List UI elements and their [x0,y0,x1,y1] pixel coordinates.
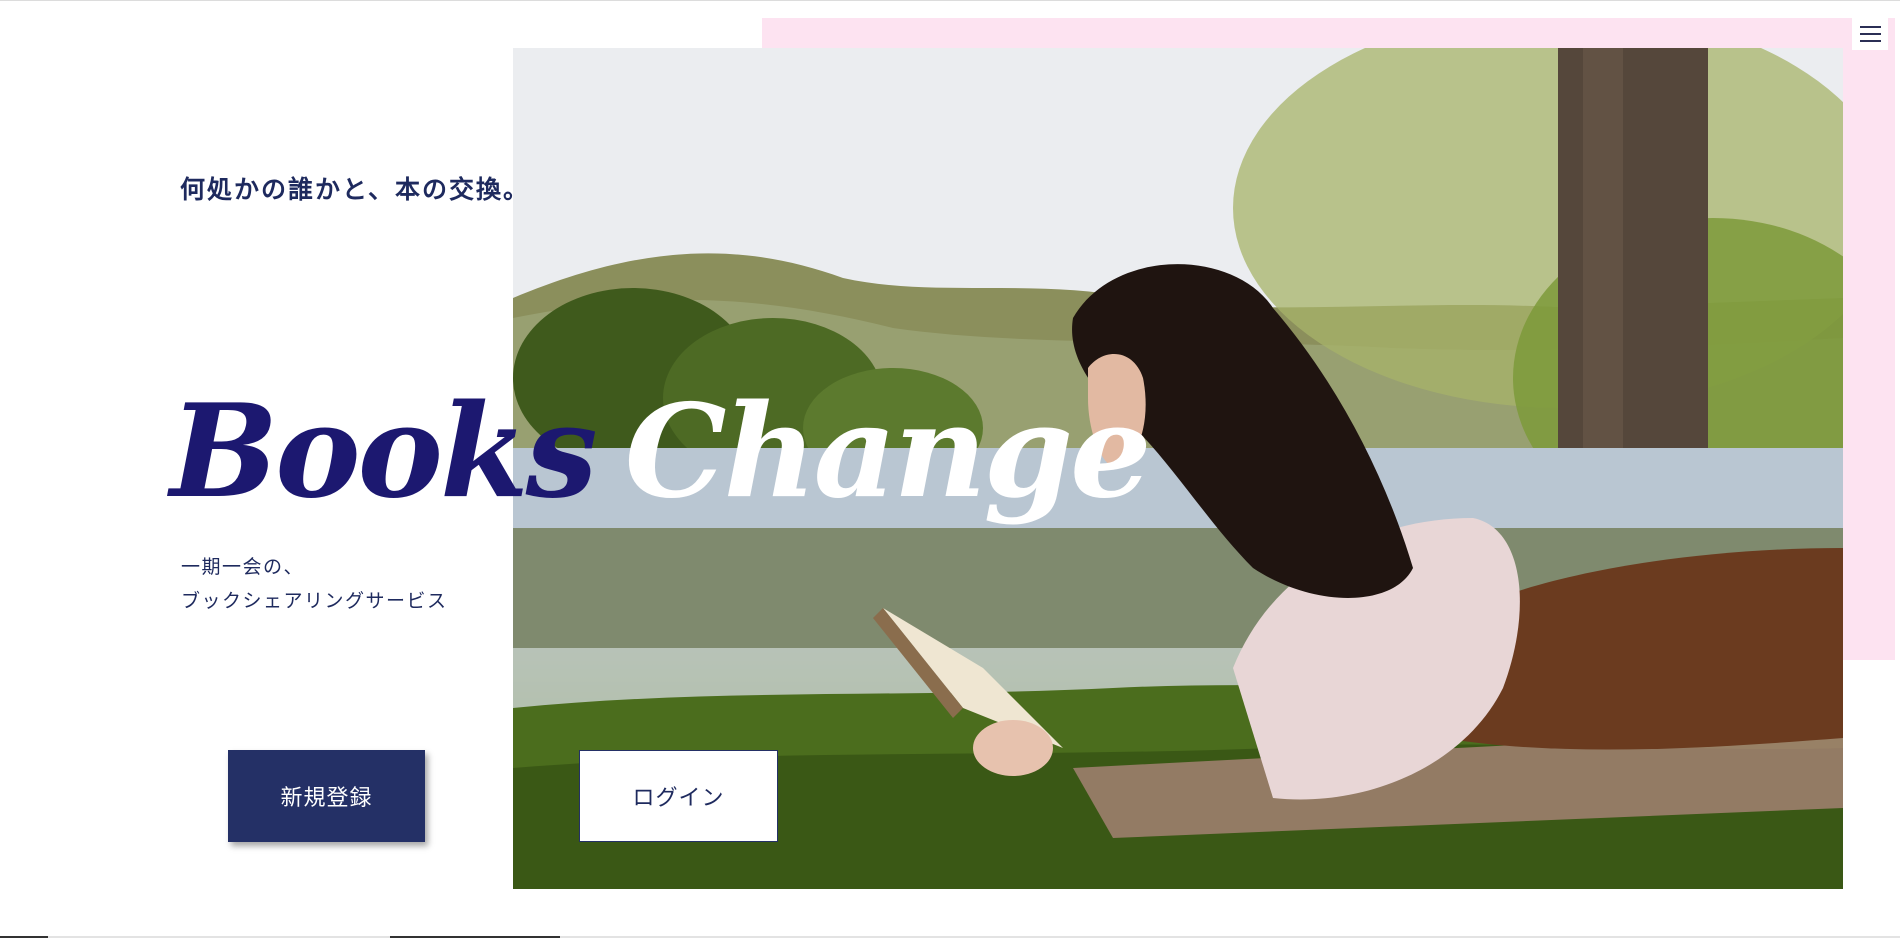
hero-tagline: 何処かの誰かと、本の交換。 [180,175,531,204]
subcopy-line-2: ブックシェアリングサービス [181,590,448,612]
signup-button[interactable]: 新規登録 [228,750,425,842]
top-divider [0,0,1900,1]
logo-word-books: Books [170,377,598,527]
books-change-logo: Books Change [170,388,1152,516]
login-button[interactable]: ログイン [579,750,778,842]
subcopy-line-1: 一期一会の、 [181,556,305,578]
hamburger-menu-icon[interactable] [1852,16,1888,50]
hero-subcopy: 一期一会の、 ブックシェアリングサービス [181,550,448,618]
logo-word-change: Change [624,377,1152,527]
